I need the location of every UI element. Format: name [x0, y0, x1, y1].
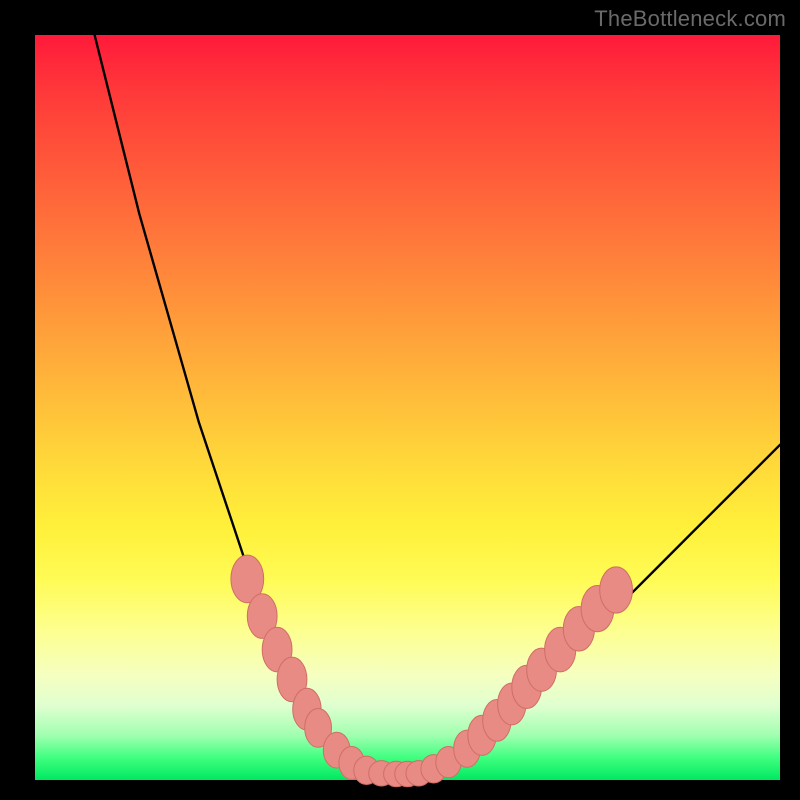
chart-frame: TheBottleneck.com [0, 0, 800, 800]
curve-markers [231, 555, 633, 787]
curve-marker [600, 567, 633, 613]
bottleneck-curve [95, 35, 780, 777]
watermark-text: TheBottleneck.com [594, 6, 786, 32]
plot-area [35, 35, 780, 780]
chart-svg [35, 35, 780, 780]
